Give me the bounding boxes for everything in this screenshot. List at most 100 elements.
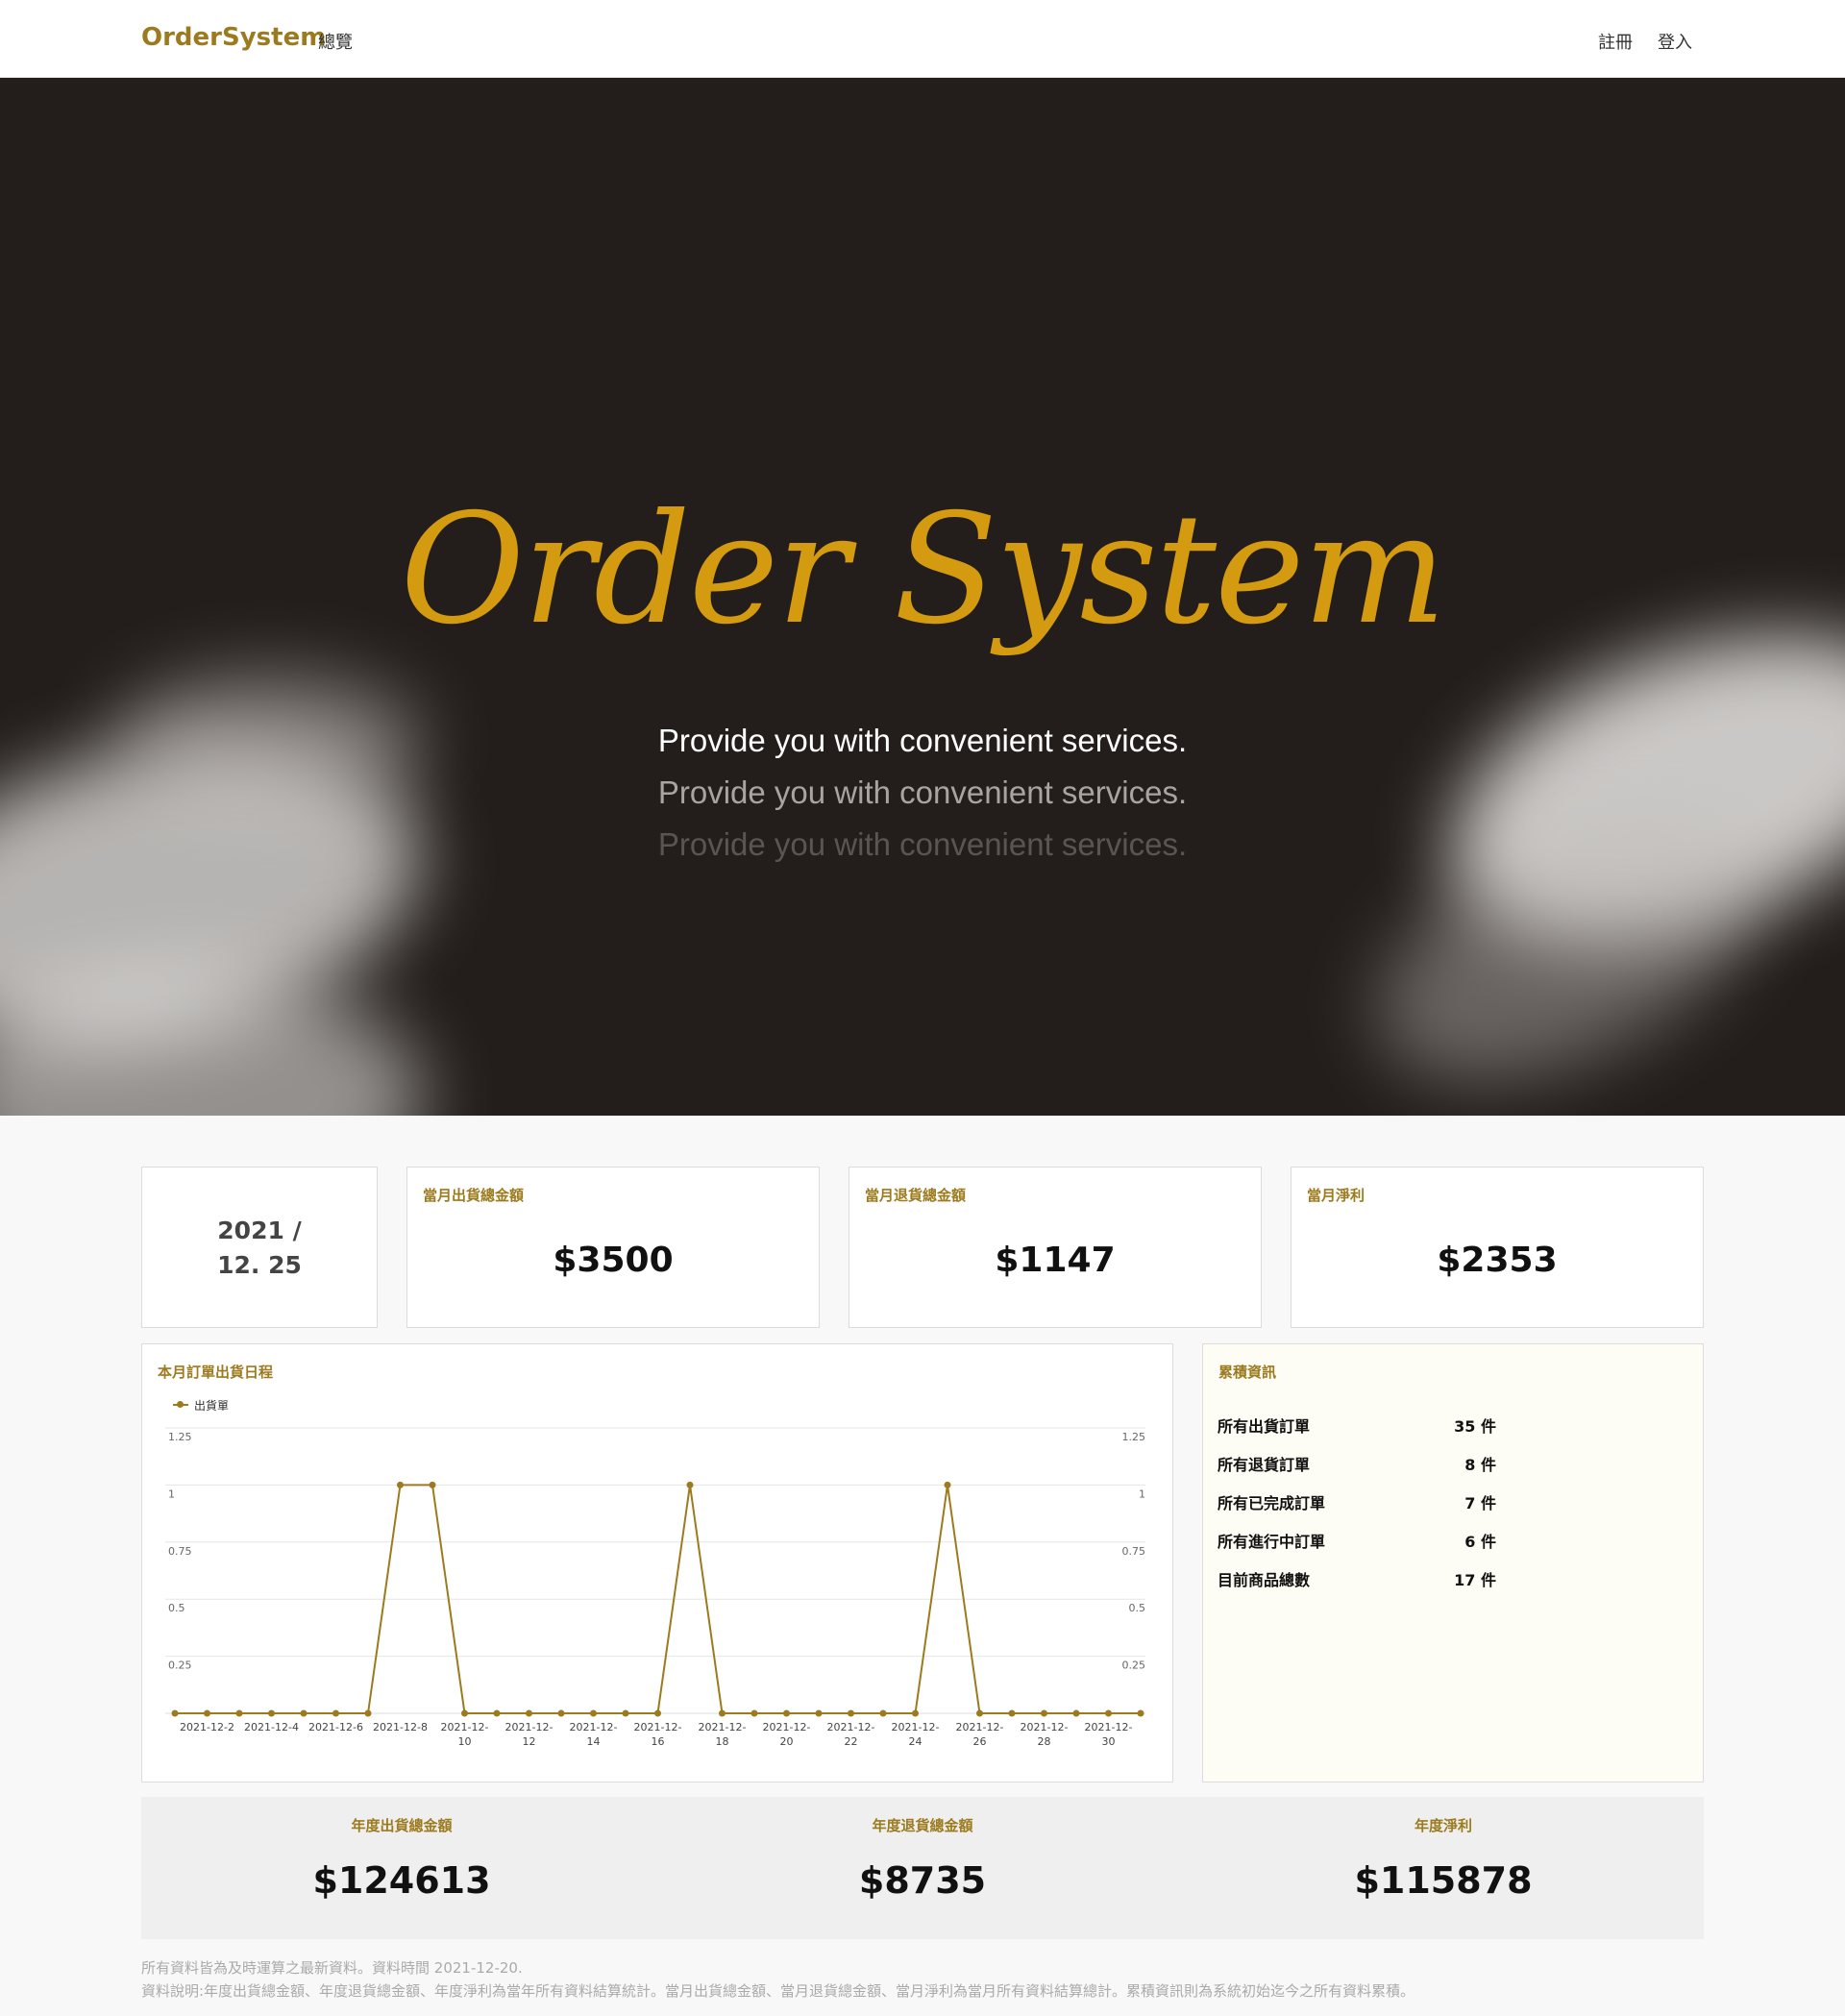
hero-tagline-1: Provide you with convenient services. bbox=[657, 723, 1188, 758]
data-point bbox=[397, 1481, 404, 1488]
data-point bbox=[364, 1709, 372, 1717]
nav-register-link[interactable]: 註冊 bbox=[1598, 29, 1633, 54]
data-point bbox=[300, 1709, 308, 1717]
brand-link[interactable]: OrderSystem bbox=[141, 23, 326, 52]
y-tick-label-left: 1 bbox=[168, 1487, 175, 1500]
x-tick-label: 2021-12- bbox=[634, 1721, 682, 1733]
data-point bbox=[686, 1481, 694, 1488]
data-point bbox=[1137, 1709, 1144, 1717]
x-tick-label-line2: 16 bbox=[652, 1735, 665, 1748]
annual-shipment-value: $124613 bbox=[312, 1859, 491, 1902]
monthly-shipment-value: $3500 bbox=[553, 1241, 674, 1280]
data-point bbox=[976, 1709, 983, 1717]
cumulative-title: 累積資訊 bbox=[1218, 1364, 1277, 1381]
x-tick-label: 2021-12- bbox=[956, 1721, 1004, 1733]
x-tick-label: 2021-12-4 bbox=[244, 1721, 299, 1733]
data-point bbox=[879, 1709, 887, 1717]
cumulative-label-completed: 所有已完成訂單 bbox=[1218, 1494, 1326, 1512]
monthly-profit-card: 當月淨利 $2353 bbox=[1291, 1167, 1704, 1328]
monthly-return-value: $1147 bbox=[995, 1241, 1116, 1280]
monthly-profit-label: 當月淨利 bbox=[1307, 1187, 1365, 1204]
cumulative-panel: 累積資訊 bbox=[1202, 1343, 1704, 1782]
x-tick-label: 2021-12- bbox=[892, 1721, 940, 1733]
x-tick-label-line2: 24 bbox=[909, 1735, 922, 1748]
y-tick-label-right: 0.5 bbox=[1129, 1602, 1146, 1614]
hero-banner: Order System Provide you with convenient… bbox=[0, 78, 1845, 1116]
x-tick-label-line2: 12 bbox=[523, 1735, 536, 1748]
data-point bbox=[1008, 1709, 1016, 1717]
x-tick-label-line2: 30 bbox=[1102, 1735, 1116, 1748]
monthly-shipment-card: 當月出貨總金額 $3500 bbox=[406, 1167, 820, 1328]
data-point bbox=[1105, 1709, 1112, 1717]
cumulative-value-products: 17 件 bbox=[1454, 1571, 1496, 1589]
annual-profit-value: $115878 bbox=[1354, 1859, 1533, 1902]
cumulative-label-shipped: 所有出貨訂單 bbox=[1218, 1417, 1311, 1436]
annual-shipment-label: 年度出貨總金額 bbox=[351, 1817, 453, 1834]
annual-return-value: $8735 bbox=[858, 1859, 987, 1902]
data-point bbox=[912, 1709, 919, 1717]
y-tick-label-left: 0.75 bbox=[168, 1545, 192, 1558]
x-tick-label-line2: 26 bbox=[973, 1735, 987, 1748]
cumulative-value-completed: 7 件 bbox=[1464, 1494, 1496, 1512]
data-point bbox=[1072, 1709, 1080, 1717]
y-tick-label-right: 0.75 bbox=[1122, 1545, 1146, 1558]
data-point bbox=[944, 1481, 951, 1488]
top-navbar: OrderSystem 總覽 註冊 登入 bbox=[0, 0, 1845, 78]
x-tick-label-line2: 20 bbox=[780, 1735, 794, 1748]
y-tick-label-right: 1 bbox=[1139, 1487, 1145, 1500]
smoke-left-lower bbox=[0, 971, 423, 1116]
hero-tagline-3: Provide you with convenient services. bbox=[657, 826, 1188, 862]
data-point bbox=[461, 1709, 468, 1717]
x-tick-label: 2021-12- bbox=[763, 1721, 811, 1733]
y-tick-label-right: 1.25 bbox=[1122, 1431, 1146, 1443]
data-point bbox=[815, 1709, 823, 1717]
monthly-profit-value: $2353 bbox=[1437, 1241, 1558, 1280]
data-point bbox=[235, 1709, 243, 1717]
nav-login-link[interactable]: 登入 bbox=[1658, 29, 1692, 54]
x-tick-label: 2021-12-8 bbox=[373, 1721, 428, 1733]
x-tick-label-line2: 18 bbox=[716, 1735, 729, 1748]
x-tick-label: 2021-12- bbox=[699, 1721, 747, 1733]
monthly-return-card: 當月退貨總金額 $1147 bbox=[849, 1167, 1262, 1328]
annual-profit-label: 年度淨利 bbox=[1414, 1817, 1472, 1834]
y-tick-label-right: 0.25 bbox=[1122, 1660, 1146, 1672]
cumulative-value-returned: 8 件 bbox=[1464, 1456, 1496, 1474]
nav-overview-link[interactable]: 總覽 bbox=[318, 29, 353, 54]
monthly-shipment-label: 當月出貨總金額 bbox=[423, 1187, 525, 1204]
data-point bbox=[268, 1709, 275, 1717]
data-point bbox=[526, 1709, 532, 1717]
x-tick-label: 2021-12- bbox=[827, 1721, 875, 1733]
y-tick-label-left: 1.25 bbox=[168, 1431, 192, 1443]
data-point bbox=[783, 1709, 790, 1717]
data-point bbox=[1041, 1709, 1047, 1717]
x-tick-label-line2: 28 bbox=[1038, 1735, 1051, 1748]
data-point bbox=[622, 1709, 629, 1717]
x-tick-label-line2: 22 bbox=[845, 1735, 858, 1748]
y-tick-label-left: 0.5 bbox=[168, 1602, 185, 1614]
data-point bbox=[750, 1709, 758, 1717]
cumulative-label-products: 目前商品總數 bbox=[1218, 1571, 1311, 1589]
x-tick-label-line2: 14 bbox=[587, 1735, 601, 1748]
footnote-data-time: 所有資料皆為及時運算之最新資料。資料時間 2021-12-20. bbox=[141, 1959, 523, 1977]
data-point bbox=[557, 1709, 565, 1717]
footnote-description: 資料說明:年度出貨總金額、年度退貨總金額、年度淨利為當年所有資料結算統計。當月出… bbox=[141, 1982, 1415, 2000]
date-year: 2021 / bbox=[217, 1217, 302, 1244]
annual-return-label: 年度退貨總金額 bbox=[872, 1817, 973, 1834]
data-point bbox=[848, 1709, 854, 1717]
cumulative-label-returned: 所有退貨訂單 bbox=[1218, 1456, 1311, 1474]
date-card: 2021 / 12. 25 bbox=[141, 1167, 378, 1328]
cumulative-value-in-progress: 6 件 bbox=[1464, 1533, 1496, 1551]
x-tick-label: 2021-12-6 bbox=[308, 1721, 363, 1733]
cumulative-label-in-progress: 所有進行中訂單 bbox=[1218, 1533, 1326, 1551]
monthly-return-label: 當月退貨總金額 bbox=[865, 1187, 967, 1204]
data-point bbox=[719, 1709, 726, 1717]
x-tick-label: 2021-12-2 bbox=[180, 1721, 234, 1733]
shipment-line-chart: 1.25 1.25 1 1 0.75 0.75 0.5 0.5 0.25 0.25 2021-12-… bbox=[165, 1427, 1146, 1748]
data-point bbox=[654, 1709, 661, 1717]
data-point bbox=[204, 1709, 210, 1717]
x-tick-label: 2021-12- bbox=[1085, 1721, 1133, 1733]
cumulative-value-shipped: 35 件 bbox=[1454, 1417, 1496, 1436]
hero-tagline-2: Provide you with convenient services. bbox=[657, 774, 1188, 810]
x-tick-label: 2021-12- bbox=[1021, 1721, 1069, 1733]
x-tick-label: 2021-12- bbox=[570, 1721, 618, 1733]
